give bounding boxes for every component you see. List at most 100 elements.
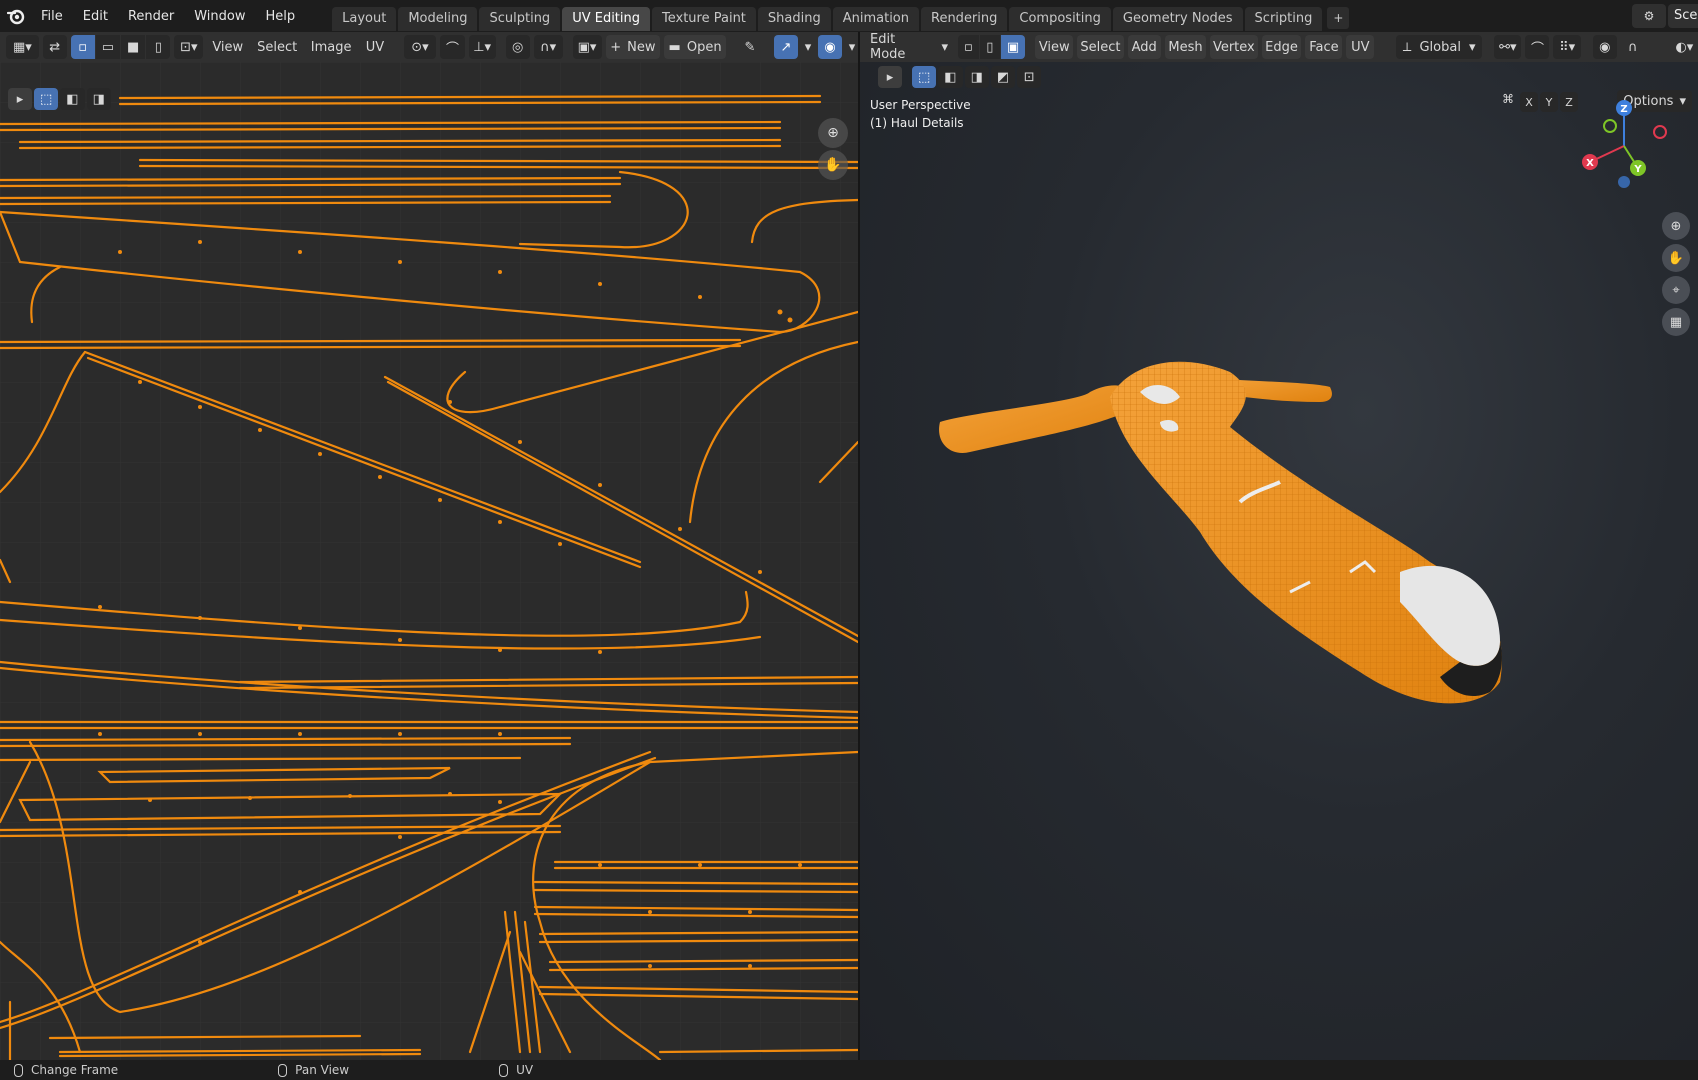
- pan-hand-icon[interactable]: ✋: [1662, 244, 1690, 272]
- scene-selector: ⚙ Scen: [1632, 4, 1698, 28]
- sync-selection-icon[interactable]: ⇄: [42, 35, 67, 59]
- zoom-icon[interactable]: ⊕: [818, 118, 848, 148]
- edge-select-icon[interactable]: ▭: [95, 35, 120, 59]
- mouse-left-icon: [14, 1063, 23, 1077]
- tab-modeling[interactable]: Modeling: [398, 7, 478, 31]
- subtract-select-icon[interactable]: ◨: [964, 66, 989, 88]
- menu-uv-uv[interactable]: UV: [360, 35, 389, 59]
- 3d-viewport[interactable]: ▸ ⬚ ◧ ◨ ◩ ⊡ User Perspective (1) Haul De…: [860, 62, 1698, 1060]
- proportional-editing-icon[interactable]: ◉: [1592, 35, 1617, 59]
- menu-uv-image[interactable]: Image: [306, 35, 356, 59]
- chevron-down-icon: ▾: [1468, 39, 1476, 55]
- menu-viewport-view[interactable]: View: [1035, 35, 1074, 59]
- sticky-select-icon[interactable]: ⊡▾: [174, 35, 204, 59]
- scene-icon[interactable]: ⚙: [1632, 4, 1666, 28]
- pivot-point-icon[interactable]: ⚯▾: [1494, 35, 1522, 59]
- menu-viewport-uv[interactable]: UV: [1346, 35, 1375, 59]
- difference-select-icon[interactable]: ◩: [990, 66, 1016, 88]
- image-browse-icon[interactable]: ▣▾: [572, 35, 602, 59]
- tab-rendering[interactable]: Rendering: [921, 7, 1008, 31]
- select-tool-icon[interactable]: ▸: [8, 88, 32, 110]
- tab-uv-editing[interactable]: UV Editing: [562, 7, 651, 31]
- menu-viewport-face[interactable]: Face: [1305, 35, 1343, 59]
- tab-texture-paint[interactable]: Texture Paint: [652, 7, 756, 31]
- menu-viewport-mesh[interactable]: Mesh: [1164, 35, 1207, 59]
- proportional-edit-icon[interactable]: ◎: [505, 35, 530, 59]
- menu-render[interactable]: Render: [119, 5, 183, 28]
- menu-edit[interactable]: Edit: [74, 5, 117, 28]
- main-menu: File Edit Render Window Help: [32, 5, 304, 28]
- status-change-frame: Change Frame: [31, 1063, 119, 1077]
- menu-window[interactable]: Window: [185, 5, 254, 28]
- menu-viewport-vertex[interactable]: Vertex: [1210, 35, 1258, 59]
- subtract-select-icon[interactable]: ◨: [86, 88, 111, 110]
- status-item: Pan View: [278, 1063, 349, 1077]
- select-mode-group: ▫ ▭ ■ ▯: [70, 35, 171, 59]
- tab-shading[interactable]: Shading: [757, 7, 831, 31]
- pivot-icon[interactable]: ⊙▾: [403, 35, 437, 59]
- mouse-right-icon: [499, 1063, 509, 1077]
- scene-name[interactable]: Scen: [1668, 4, 1698, 28]
- new-image-button[interactable]: + New: [605, 35, 661, 59]
- visibility-icon[interactable]: ◐▾: [1671, 35, 1698, 59]
- falloff-icon[interactable]: ∩▾: [533, 35, 563, 59]
- menu-viewport-edge[interactable]: Edge: [1261, 35, 1302, 59]
- extend-select-icon[interactable]: ◧: [938, 66, 963, 88]
- viewport-header: Edit Mode ▾ ▫ ▯ ▣ View Select Add Mesh Ve…: [860, 32, 1698, 62]
- gizmo-toggle-icon[interactable]: ↗: [774, 35, 798, 59]
- box-select-mode-icon[interactable]: ⬚: [34, 88, 59, 110]
- navigation-gizmo[interactable]: Z X Y: [1574, 96, 1674, 196]
- vertex-mode-icon[interactable]: ▫: [958, 35, 979, 59]
- tab-animation[interactable]: Animation: [832, 7, 919, 31]
- select-tool-icon[interactable]: ▸: [878, 66, 902, 88]
- gizmo-dropdown-icon[interactable]: ▾: [802, 35, 814, 59]
- edge-mode-icon[interactable]: ▯: [979, 35, 1000, 59]
- editor-type-icon[interactable]: ▦▾: [6, 35, 39, 59]
- face-mode-icon[interactable]: ▣: [1000, 35, 1026, 59]
- uv-editor-header: ▦▾ ⇄ ▫ ▭ ■ ▯ ⊡▾ View Select Image UV ⊙▾ …: [0, 32, 858, 62]
- face-select-icon[interactable]: ■: [121, 35, 146, 59]
- transform-orientation-selector[interactable]: ⟂ Global ▾: [1396, 35, 1483, 59]
- menu-viewport-add[interactable]: Add: [1127, 35, 1161, 59]
- uv-canvas[interactable]: ▸ ⬚ ◧ ◨ ⊕ ✋: [0, 62, 858, 1060]
- menu-uv-view[interactable]: View: [207, 35, 248, 59]
- snap-target-icon[interactable]: ⊥▾: [468, 35, 496, 59]
- overlay-dropdown-icon[interactable]: ▾: [846, 35, 858, 59]
- snap-toggle-icon[interactable]: ⌒: [1525, 35, 1550, 59]
- menu-help[interactable]: Help: [257, 5, 305, 28]
- box-select-mode-icon[interactable]: ⬚: [912, 66, 937, 88]
- blender-logo-icon[interactable]: [0, 0, 32, 32]
- zoom-icon[interactable]: ⊕: [1662, 212, 1690, 240]
- tab-sculpting[interactable]: Sculpting: [479, 7, 561, 31]
- mode-selector[interactable]: Edit Mode ▾: [864, 32, 954, 62]
- mirror-y-toggle[interactable]: Y: [1540, 92, 1558, 112]
- snap-element-icon[interactable]: ⠿▾: [1553, 35, 1581, 59]
- menu-file[interactable]: File: [32, 5, 72, 28]
- overlay-toggle-icon[interactable]: ◉: [818, 35, 842, 59]
- pin-icon[interactable]: ✎: [738, 35, 762, 59]
- mirror-icon: ⌘: [1502, 92, 1514, 106]
- extend-select-icon[interactable]: ◧: [60, 88, 85, 110]
- mirror-x-toggle[interactable]: X: [1520, 92, 1538, 112]
- mirror-axis-toggles: ⌘ X Y Z: [1502, 92, 1578, 112]
- perspective-grid-icon[interactable]: ▦: [1662, 308, 1690, 336]
- add-workspace-button[interactable]: +: [1327, 7, 1350, 29]
- active-object-label: (1) Haul Details: [870, 116, 964, 130]
- open-image-button[interactable]: ▬ Open: [664, 35, 726, 59]
- intersect-select-icon[interactable]: ⊡: [1017, 66, 1042, 88]
- menu-uv-select[interactable]: Select: [252, 35, 302, 59]
- tab-scripting[interactable]: Scripting: [1244, 7, 1323, 31]
- snap-icon[interactable]: ⌒: [440, 35, 465, 59]
- orientation-label: Global: [1419, 39, 1461, 55]
- island-select-icon[interactable]: ▯: [146, 35, 171, 59]
- tab-compositing[interactable]: Compositing: [1009, 7, 1111, 31]
- menu-viewport-select[interactable]: Select: [1077, 35, 1124, 59]
- proportional-falloff-icon[interactable]: ∩: [1621, 35, 1645, 59]
- tab-layout[interactable]: Layout: [332, 7, 397, 31]
- pan-hand-icon[interactable]: ✋: [818, 150, 848, 180]
- camera-icon[interactable]: ⌖: [1662, 276, 1690, 304]
- status-pan-view: Pan View: [295, 1063, 350, 1077]
- top-bar: File Edit Render Window Help Layout Mode…: [0, 0, 1698, 32]
- tab-geometry-nodes[interactable]: Geometry Nodes: [1112, 7, 1243, 31]
- vertex-select-icon[interactable]: ▫: [70, 35, 95, 59]
